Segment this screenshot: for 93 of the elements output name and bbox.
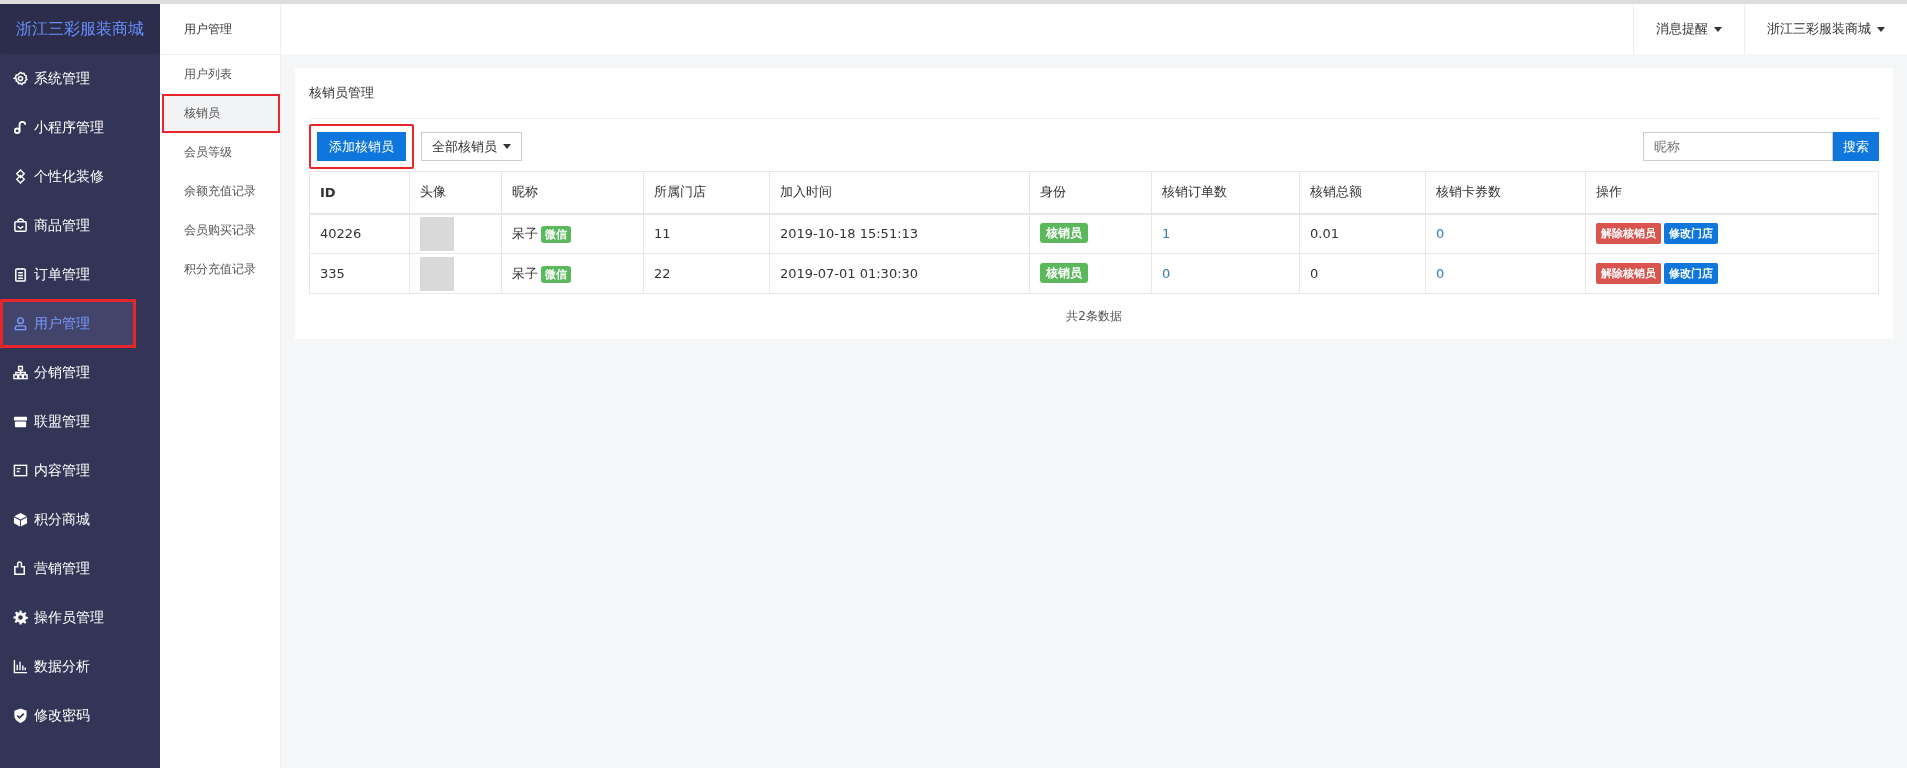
search-field[interactable]: 昵称 (1643, 132, 1833, 161)
sidebar-label: 联盟管理 (34, 412, 90, 431)
sidebar-item[interactable]: 修改密码 (0, 691, 160, 740)
sidebar-label: 商品管理 (34, 216, 90, 235)
cog-icon (13, 610, 28, 625)
sidebar-item[interactable]: 商品管理 (0, 201, 160, 250)
role-tag: 核销员 (1040, 263, 1088, 283)
record-count: 共2条数据 (1065, 308, 1123, 325)
sidebar-item[interactable]: 分销管理 (0, 348, 160, 397)
brand-title: 浙江三彩服装商城 (0, 4, 160, 54)
sidebar-label: 个性化装修 (34, 167, 104, 186)
gear-icon (13, 71, 28, 86)
sidebar-label: 订单管理 (34, 265, 90, 284)
column-header: 身份 (1029, 171, 1152, 214)
table-cell: 335 (309, 253, 410, 294)
column-header: 操作 (1585, 171, 1879, 214)
sidebar-item[interactable]: 用户管理 (0, 299, 136, 348)
sidebar-item[interactable]: 营销管理 (0, 544, 160, 593)
coupons-link[interactable]: 0 (1436, 266, 1445, 281)
sidebar-item[interactable]: 小程序管理 (0, 103, 160, 152)
filter-dropdown[interactable]: 全部核销员 (421, 132, 522, 161)
role-tag: 核销员 (1040, 223, 1088, 244)
column-header: 所属门店 (643, 171, 770, 214)
sidebar-item[interactable]: 系统管理 (0, 54, 160, 103)
card-title: 核销员管理 (309, 68, 1879, 119)
header-menu[interactable]: 消息提醒 (1633, 4, 1744, 54)
column-header: 头像 (409, 171, 502, 214)
subnav-item[interactable]: 积分充值记录 (160, 250, 280, 289)
column-header: 核销订单数 (1151, 171, 1300, 214)
table-cell: 2019-07-01 01:30:30 (769, 253, 1030, 294)
sidebar-label: 修改密码 (34, 706, 90, 725)
photo-placeholder (420, 216, 454, 251)
coupons-link[interactable]: 0 (1436, 226, 1445, 242)
column-header: ID (309, 171, 410, 214)
column-header: 昵称 (501, 171, 644, 214)
store-icon (13, 414, 28, 429)
sidebar-item[interactable]: 数据分析 (0, 642, 160, 691)
caret-icon (1714, 26, 1722, 32)
column-header: 核销总额 (1299, 171, 1426, 214)
header-menu[interactable]: 浙江三彩服装商城 (1744, 4, 1907, 54)
table-cell: 2019-10-18 15:51:13 (769, 213, 1030, 254)
add-button[interactable]: 添加核销员 (317, 132, 406, 161)
sidebar-label: 操作员管理 (34, 608, 104, 627)
sidebar-label: 内容管理 (34, 461, 90, 480)
action-button[interactable]: 修改门店 (1664, 263, 1718, 284)
orders-link[interactable]: 1 (1162, 226, 1171, 242)
sidebar-label: 系统管理 (34, 69, 90, 88)
action-button[interactable]: 解除核销员 (1596, 263, 1661, 284)
sidebar-label: 分销管理 (34, 363, 90, 382)
sidebar-item[interactable]: 联盟管理 (0, 397, 160, 446)
caret-icon (503, 144, 511, 149)
table-cell: 0 (1299, 253, 1426, 294)
diamond-icon (13, 169, 28, 184)
sidebar-label: 用户管理 (34, 314, 90, 333)
sidebar-item[interactable]: 内容管理 (0, 446, 160, 495)
column-header: 核销卡券数 (1425, 171, 1586, 214)
orders-link[interactable]: 0 (1162, 266, 1171, 281)
nickname: 呆子 (512, 225, 538, 241)
caret-icon (1877, 26, 1885, 32)
photo-placeholder (420, 256, 454, 291)
subnav-item[interactable]: 用户列表 (160, 55, 280, 94)
subnav-item[interactable]: 余额充值记录 (160, 172, 280, 211)
sidebar-label: 数据分析 (34, 657, 90, 676)
sidebar-label: 营销管理 (34, 559, 90, 578)
chart-icon (13, 659, 28, 674)
subnav-item[interactable]: 核销员 (162, 94, 280, 133)
clipboard-icon (13, 267, 28, 282)
table-cell: 0.01 (1299, 213, 1426, 254)
table-cell: 11 (643, 213, 770, 254)
search-button[interactable]: 搜索 (1833, 132, 1879, 161)
subnav-item[interactable]: 会员购买记录 (160, 211, 280, 250)
doc-icon (13, 463, 28, 478)
shield-icon (13, 708, 28, 723)
sidebar-item[interactable]: 个性化装修 (0, 152, 160, 201)
sidebar-label: 小程序管理 (34, 118, 104, 137)
sidebar-item[interactable]: 操作员管理 (0, 593, 160, 642)
user-icon (13, 316, 28, 331)
column-header: 加入时间 (769, 171, 1030, 214)
table-cell: 40226 (309, 213, 410, 254)
tree-icon (13, 365, 28, 380)
sidebar-item[interactable]: 订单管理 (0, 250, 160, 299)
nickname: 呆子 (512, 265, 538, 281)
source-tag: 微信 (541, 265, 571, 283)
sidebar-item[interactable]: 积分商城 (0, 495, 160, 544)
table-cell: 22 (643, 253, 770, 294)
action-button[interactable]: 解除核销员 (1596, 223, 1661, 245)
cube-icon (13, 512, 28, 527)
subnav-title: 用户管理 (160, 4, 280, 55)
subnav-item[interactable]: 会员等级 (160, 133, 280, 172)
action-button[interactable]: 修改门店 (1664, 223, 1718, 245)
sidebar-label: 积分商城 (34, 510, 90, 529)
source-tag: 微信 (541, 225, 571, 243)
bag-icon (13, 218, 28, 233)
